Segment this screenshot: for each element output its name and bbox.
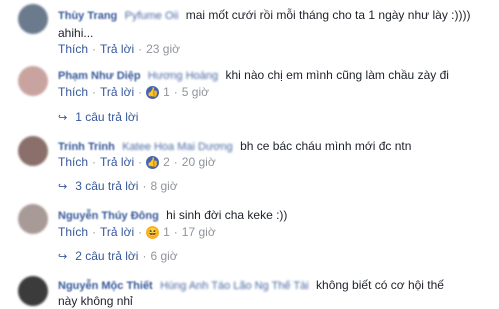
separator: · bbox=[138, 85, 143, 99]
comment-time[interactable]: 20 giờ bbox=[182, 155, 216, 169]
reaction-count[interactable]: 😆 1 bbox=[146, 225, 170, 239]
like-link[interactable]: Thích bbox=[58, 42, 88, 56]
reaction-number: 1 bbox=[163, 225, 170, 239]
replies-time: 6 giờ bbox=[150, 249, 178, 263]
comment-time[interactable]: 17 giờ bbox=[182, 225, 216, 239]
comment-author[interactable]: Thùy Trang bbox=[58, 10, 117, 22]
separator: · bbox=[138, 42, 143, 56]
view-replies-link[interactable]: ↪ 3 câu trả lời · 8 giờ bbox=[58, 179, 178, 193]
comment-author[interactable]: Nguyễn Thúy Đông bbox=[58, 210, 159, 222]
comment-text: bh ce bác cháu mình mới đc ntn bbox=[240, 139, 412, 153]
view-replies-link[interactable]: ↪ 1 câu trả lời bbox=[58, 110, 138, 124]
comment-text: mai mốt cưới rồi mỗi tháng cho ta 1 ngày… bbox=[185, 8, 471, 22]
replies-count[interactable]: 2 câu trả lời bbox=[75, 249, 138, 263]
reaction-count[interactable]: 👍 1 bbox=[146, 85, 170, 99]
reply-arrow-icon: ↪ bbox=[58, 111, 68, 124]
separator: · bbox=[92, 225, 97, 239]
like-link[interactable]: Thích bbox=[58, 155, 88, 169]
tagged-user[interactable]: Katee Hoa Mai Dương bbox=[122, 141, 233, 153]
separator: · bbox=[142, 249, 147, 263]
reply-link[interactable]: Trả lời bbox=[100, 42, 134, 56]
comment-author[interactable]: Trinh Trinh bbox=[58, 141, 115, 153]
replies-time: 8 giờ bbox=[150, 179, 178, 193]
comment-text: không biết có cơ hội thế bbox=[316, 278, 444, 292]
like-link[interactable]: Thích bbox=[58, 225, 88, 239]
separator: · bbox=[92, 155, 97, 169]
comment-author[interactable]: Phạm Như Diệp bbox=[58, 70, 141, 82]
comment-text: hi sinh đời cha keke :)) bbox=[166, 208, 288, 222]
reply-arrow-icon: ↪ bbox=[58, 250, 68, 263]
reaction-number: 1 bbox=[163, 85, 170, 99]
comment-text-continued: này không nhỉ bbox=[58, 294, 133, 308]
replies-count[interactable]: 1 câu trả lời bbox=[75, 110, 138, 124]
comment-text-continued: ahihi... bbox=[58, 26, 94, 40]
separator: · bbox=[173, 85, 178, 99]
view-replies-link[interactable]: ↪ 2 câu trả lời · 6 giờ bbox=[58, 249, 178, 263]
separator: · bbox=[142, 179, 147, 193]
separator: · bbox=[138, 155, 143, 169]
avatar[interactable] bbox=[18, 276, 48, 306]
comment-text: khi nào chị em mình cũng làm chầu zày đi bbox=[225, 68, 449, 82]
avatar[interactable] bbox=[18, 66, 48, 96]
separator: · bbox=[173, 225, 178, 239]
separator: · bbox=[138, 225, 143, 239]
comment-time[interactable]: 5 giờ bbox=[182, 85, 209, 99]
replies-count[interactable]: 3 câu trả lời bbox=[75, 179, 138, 193]
avatar[interactable] bbox=[18, 204, 48, 234]
tagged-user[interactable]: Pyfume Oii bbox=[125, 10, 179, 22]
separator: · bbox=[173, 155, 178, 169]
laughing-face-icon: 😆 bbox=[146, 225, 160, 239]
separator: · bbox=[92, 85, 97, 99]
reaction-number: 2 bbox=[163, 155, 170, 169]
like-link[interactable]: Thích bbox=[58, 85, 88, 99]
thumbs-up-icon: 👍 bbox=[146, 85, 160, 99]
reply-link[interactable]: Trả lời bbox=[100, 155, 134, 169]
avatar[interactable] bbox=[18, 136, 48, 166]
thumbs-up-icon: 👍 bbox=[146, 155, 160, 169]
reaction-count[interactable]: 👍 2 bbox=[146, 155, 170, 169]
reply-link[interactable]: Trả lời bbox=[100, 85, 134, 99]
separator: · bbox=[92, 42, 97, 56]
tagged-user[interactable]: Hương Hoàng bbox=[148, 70, 218, 82]
comment-time[interactable]: 23 giờ bbox=[146, 42, 180, 56]
reply-arrow-icon: ↪ bbox=[58, 180, 68, 193]
reply-link[interactable]: Trả lời bbox=[100, 225, 134, 239]
comment-author[interactable]: Nguyễn Mộc Thiết bbox=[58, 280, 153, 292]
tagged-user[interactable]: Hùng Anh Táo Lão Ng Thế Tài bbox=[160, 280, 309, 292]
avatar[interactable] bbox=[18, 4, 48, 34]
